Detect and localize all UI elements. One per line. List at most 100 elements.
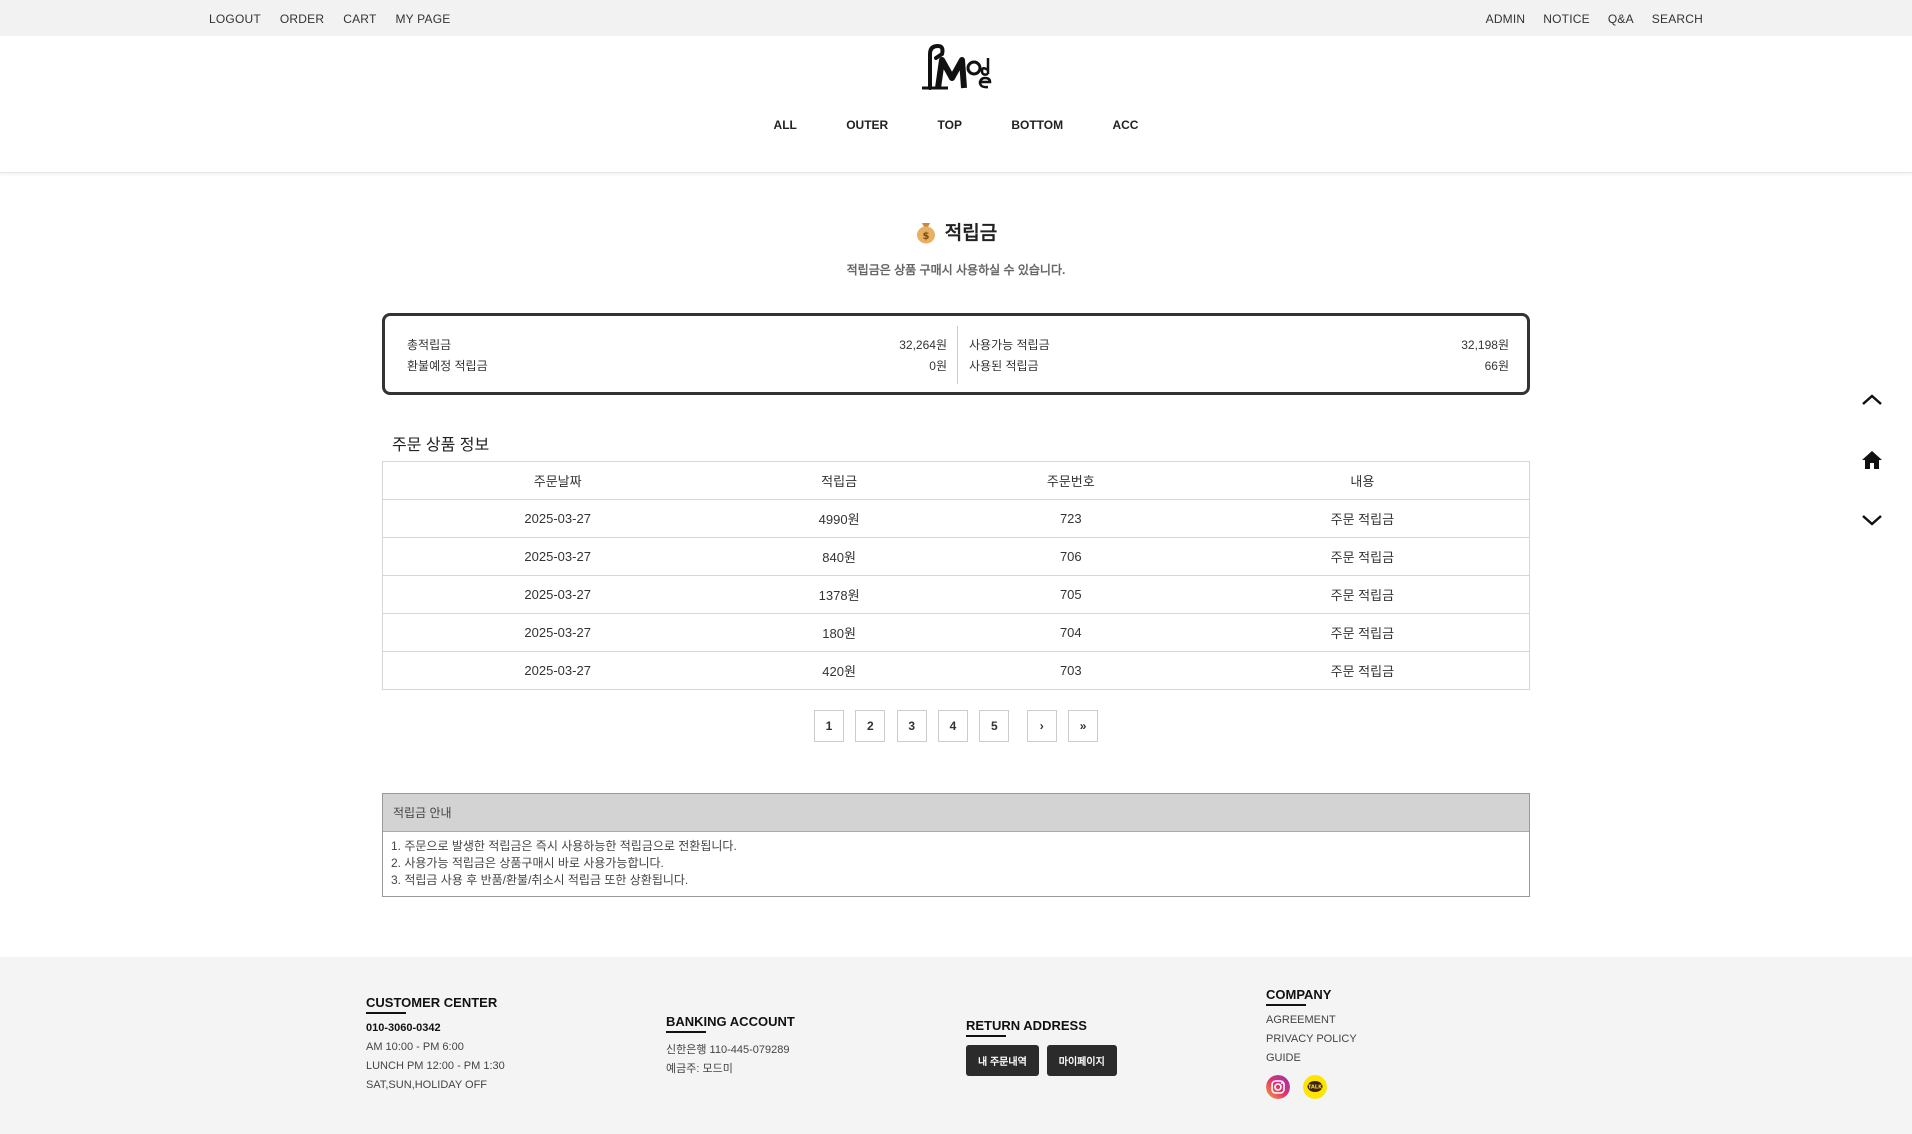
refund-points-label: 환불예정 적립금	[407, 359, 488, 373]
page-4-button[interactable]: 4	[938, 710, 968, 742]
page-title: 적립금	[944, 223, 998, 244]
page-5-button[interactable]: 5	[979, 710, 1010, 742]
cell-points: 4990원	[732, 499, 946, 538]
pagination: 1 2 3 4 5 › »	[0, 710, 1912, 742]
qna-link[interactable]: Q&A	[1608, 12, 1634, 26]
page-1-button[interactable]: 1	[813, 710, 844, 742]
col-header-points: 적립금	[732, 461, 946, 500]
col-header-date: 주문날짜	[382, 461, 733, 500]
order-link[interactable]: ORDER	[280, 12, 324, 26]
cell-points: 840원	[732, 537, 946, 576]
cell-order-no: 705	[945, 575, 1196, 614]
points-guide-title: 적립금 안내	[383, 794, 1529, 832]
kakaotalk-icon-text: TALK	[1308, 1085, 1323, 1091]
points-summary-box: 총적립금 32,264원 환불예정 적립금 0원 사용가능 적립금 32,198…	[382, 313, 1530, 395]
footer-banking-title: BANKING ACCOUNT	[666, 1014, 795, 1033]
cell-desc: 주문 적립금	[1195, 613, 1530, 652]
logout-link[interactable]: LOGOUT	[209, 12, 261, 26]
footer-privacy-link[interactable]: PRIVACY POLICY	[1266, 1033, 1357, 1052]
kakaotalk-icon[interactable]: TALK	[1303, 1075, 1328, 1099]
admin-link[interactable]: ADMIN	[1486, 12, 1526, 26]
footer-customer-center: CUSTOMER CENTER 010-3060-0342 AM 10:00 -…	[366, 995, 505, 1098]
last-page-button[interactable]: »	[1068, 710, 1099, 742]
footer-return: RETURN ADDRESS 내 주문내역 마이페이지	[966, 1018, 1125, 1076]
page-2-button[interactable]: 2	[855, 710, 886, 742]
cell-date: 2025-03-27	[382, 537, 733, 576]
total-points-label: 총적립금	[407, 338, 452, 352]
table-header-row: 주문날짜 적립금 주문번호 내용	[382, 461, 1530, 500]
cell-desc: 주문 적립금	[1195, 537, 1530, 576]
nav-all[interactable]: ALL	[774, 118, 797, 132]
top-left-links: LOGOUT ORDER CART MY PAGE	[209, 12, 450, 26]
page-title-row: $ 적립금	[915, 218, 997, 245]
refund-points-value: 0원	[929, 359, 947, 373]
points-guide-body: 1. 주문으로 발생한 적립금은 즉시 사용하능한 적립금으로 전환됩니다. 2…	[383, 832, 1529, 895]
guide-line: 1. 주문으로 발생한 적립금은 즉시 사용하능한 적립금으로 전환됩니다.	[391, 839, 737, 853]
guide-line: 3. 적립금 사용 후 반품/환불/취소시 적립금 또한 상환됩니다.	[391, 873, 689, 887]
cell-order-no: 704	[945, 613, 1196, 652]
my-orders-button[interactable]: 내 주문내역	[966, 1045, 1039, 1076]
notice-link[interactable]: NOTICE	[1543, 12, 1590, 26]
footer-guide-link[interactable]: GUIDE	[1266, 1052, 1357, 1071]
page-heading: $ 적립금 적립금은 상품 구매시 사용하실 수 있습니다.	[0, 218, 1912, 278]
instagram-icon[interactable]	[1266, 1075, 1290, 1099]
footer-phone: 010-3060-0342	[366, 1022, 441, 1034]
summary-total-row: 총적립금 32,264원	[407, 336, 947, 357]
available-points-value: 32,198원	[1461, 338, 1509, 352]
guide-line: 2. 사용가능 적립금은 상품구매시 바로 사용가능합니다.	[391, 856, 664, 870]
home-icon[interactable]	[1860, 448, 1884, 472]
nav-bottom[interactable]: BOTTOM	[1011, 118, 1063, 132]
cell-desc: 주문 적립금	[1195, 651, 1530, 690]
cell-date: 2025-03-27	[382, 499, 733, 538]
footer-customer-title: CUSTOMER CENTER	[366, 995, 497, 1014]
cell-date: 2025-03-27	[382, 575, 733, 614]
table-row: 2025-03-27 4990원 723 주문 적립금	[382, 499, 1530, 538]
footer-agreement-link[interactable]: AGREEMENT	[1266, 1014, 1357, 1033]
svg-text:$: $	[922, 231, 929, 242]
cell-desc: 주문 적립금	[1195, 499, 1530, 538]
cart-link[interactable]: CART	[343, 12, 376, 26]
top-right-links: ADMIN NOTICE Q&A SEARCH	[1486, 12, 1703, 26]
total-points-value: 32,264원	[899, 338, 947, 352]
cell-points: 1378원	[732, 575, 946, 614]
search-link[interactable]: SEARCH	[1652, 12, 1703, 26]
summary-right: 사용가능 적립금 32,198원 사용된 적립금 66원	[969, 336, 1509, 378]
next-page-button[interactable]: ›	[1026, 710, 1057, 742]
summary-refund-row: 환불예정 적립금 0원	[407, 357, 947, 378]
site-header: ALL OUTER TOP BOTTOM ACC	[0, 36, 1912, 173]
summary-left: 총적립금 32,264원 환불예정 적립금 0원	[407, 336, 947, 378]
mypage-button[interactable]: 마이페이지	[1046, 1045, 1117, 1076]
footer-bank-account: 신한은행 110-445-079289	[666, 1044, 790, 1056]
points-guide-box: 적립금 안내 1. 주문으로 발생한 적립금은 즉시 사용하능한 적립금으로 전…	[382, 793, 1530, 897]
cell-order-no: 703	[945, 651, 1196, 690]
summary-divider	[957, 326, 958, 384]
site-footer: CUSTOMER CENTER 010-3060-0342 AM 10:00 -…	[0, 957, 1912, 1134]
footer-banking: BANKING ACCOUNT 신한은행 110-445-079289 예금주:…	[666, 1014, 795, 1079]
chevron-down-icon[interactable]	[1860, 508, 1884, 532]
brand-logo[interactable]	[918, 44, 996, 92]
cell-order-no: 723	[945, 499, 1196, 538]
footer-company-title: COMPANY	[1266, 987, 1331, 1006]
nav-acc[interactable]: ACC	[1112, 118, 1138, 132]
cell-order-no: 706	[945, 537, 1196, 576]
cell-date: 2025-03-27	[382, 651, 733, 690]
available-points-label: 사용가능 적립금	[969, 338, 1050, 352]
cell-desc: 주문 적립금	[1195, 575, 1530, 614]
money-bag-icon: $	[916, 222, 935, 243]
used-points-label: 사용된 적립금	[969, 359, 1039, 373]
nav-outer[interactable]: OUTER	[846, 118, 888, 132]
table-row: 2025-03-27 1378원 705 주문 적립금	[382, 575, 1530, 614]
summary-available-row: 사용가능 적립금 32,198원	[969, 336, 1509, 357]
page-3-button[interactable]: 3	[896, 710, 927, 742]
footer-company: COMPANY AGREEMENT PRIVACY POLICY GUIDE T…	[1266, 987, 1357, 1099]
nav-top[interactable]: TOP	[938, 118, 962, 132]
chevron-up-icon[interactable]	[1860, 388, 1884, 412]
mypage-link[interactable]: MY PAGE	[395, 12, 450, 26]
footer-hours: AM 10:00 - PM 6:00	[366, 1041, 464, 1053]
page-subtitle: 적립금은 상품 구매시 사용하실 수 있습니다.	[846, 262, 1066, 277]
used-points-value: 66원	[1484, 359, 1509, 373]
table-row: 2025-03-27 180원 704 주문 적립금	[382, 613, 1530, 652]
cell-points: 420원	[732, 651, 946, 690]
points-history-table: 주문날짜 적립금 주문번호 내용 2025-03-27 4990원 723 주문…	[382, 461, 1530, 690]
summary-used-row: 사용된 적립금 66원	[969, 357, 1509, 378]
